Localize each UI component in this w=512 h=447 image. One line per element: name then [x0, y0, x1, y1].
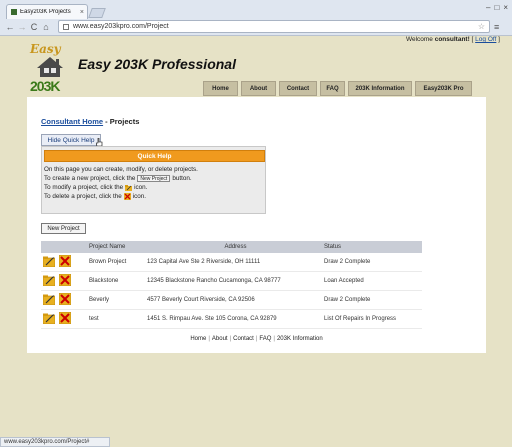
- header-address: Address: [224, 244, 247, 250]
- status-cell: Draw 2 Complete: [324, 297, 371, 303]
- header-project-name: Project Name: [89, 244, 126, 250]
- back-icon[interactable]: ←: [4, 22, 16, 32]
- address-bar[interactable]: www.easy203kpro.com/Project ☆: [58, 20, 490, 33]
- browser-status-bar: www.easy203kpro.com/Project#: [0, 437, 110, 447]
- tab-title: Easy203K Projects: [20, 9, 71, 15]
- browser-toolbar: ← → C ⌂ www.easy203kpro.com/Project ☆ ≡: [0, 18, 512, 35]
- edit-project-icon[interactable]: [42, 274, 56, 288]
- username: consultant!: [434, 36, 470, 43]
- table-row: Blackstone 12345 Blackstone Rancho Cucamo…: [41, 272, 422, 291]
- inline-new-project-button: New Project: [137, 175, 171, 182]
- main-content: Consultant Home - Projects Hide Quick He…: [27, 97, 486, 353]
- site-logo[interactable]: Easy 203K: [30, 42, 74, 96]
- hide-quick-help-button[interactable]: Hide Quick Help: [41, 134, 101, 146]
- breadcrumb-consultant-home[interactable]: Consultant Home: [41, 117, 103, 126]
- table-row: Beverly 4577 Beverly Court Riverside, CA …: [41, 291, 422, 310]
- nav-home[interactable]: Home: [203, 81, 238, 96]
- logo-203k-text: 203K: [30, 78, 60, 94]
- project-name-cell: test: [89, 316, 99, 322]
- edit-project-icon[interactable]: [42, 255, 56, 269]
- reload-icon[interactable]: C: [28, 22, 40, 32]
- bookmark-star-icon[interactable]: ☆: [478, 22, 485, 31]
- forward-icon[interactable]: →: [16, 22, 28, 32]
- quick-help-line: To create a new project, click the New P…: [44, 175, 192, 182]
- table-row: test 1451 S. Rimpau Ave. Ste 105 Corona, …: [41, 310, 422, 329]
- welcome-text: Welcome consultant! [ Log Off ]: [405, 36, 500, 43]
- page-icon: [63, 23, 69, 30]
- delete-x-icon: [123, 193, 131, 200]
- project-name-cell: Brown Project: [89, 259, 127, 265]
- top-navigation: Home About Contact FAQ 203K Information …: [203, 81, 472, 96]
- nav-easy203k-pro[interactable]: Easy203K Pro: [415, 81, 472, 96]
- footer-links: Home | About | Contact | FAQ | 203K Information: [190, 336, 323, 342]
- logoff-link[interactable]: Log Off: [475, 36, 496, 43]
- delete-project-icon[interactable]: [58, 311, 72, 326]
- header-status: Status: [324, 244, 342, 250]
- quick-help-panel: Quick Help On this page you can create, …: [41, 146, 266, 214]
- status-cell: List Of Repairs In Progress: [324, 316, 397, 322]
- address-cell: 12345 Blackstone Rancho Cucamonga, CA 98…: [147, 278, 281, 284]
- quick-help-line: To modify a project, click the icon.: [44, 184, 148, 191]
- breadcrumb-current: Projects: [109, 117, 140, 126]
- quick-help-header: Quick Help: [44, 150, 265, 162]
- house-icon: [37, 57, 63, 77]
- tab-close-icon[interactable]: ×: [80, 9, 84, 16]
- home-icon[interactable]: ⌂: [40, 22, 52, 32]
- footer-faq[interactable]: FAQ: [259, 336, 271, 342]
- delete-project-icon[interactable]: [58, 292, 72, 307]
- delete-project-icon[interactable]: [58, 273, 72, 288]
- edit-project-icon[interactable]: [42, 293, 56, 307]
- maximize-icon[interactable]: □: [494, 3, 499, 12]
- footer-about[interactable]: About: [212, 336, 228, 342]
- quick-help-line: To delete a project, click the icon.: [44, 193, 147, 200]
- table-header: Project Name Address Status: [41, 241, 422, 253]
- footer-203k-information[interactable]: 203K Information: [277, 336, 323, 342]
- address-cell: 4577 Beverly Court Riverside, CA 92506: [147, 297, 255, 303]
- new-tab-button[interactable]: [88, 8, 106, 18]
- edit-project-icon[interactable]: [42, 312, 56, 326]
- nav-faq[interactable]: FAQ: [320, 81, 345, 96]
- status-cell: Loan Accepted: [324, 278, 364, 284]
- projects-table: Project Name Address Status Brown Projec…: [41, 241, 422, 329]
- status-cell: Draw 2 Complete: [324, 259, 371, 265]
- minimize-icon[interactable]: –: [486, 3, 490, 12]
- footer-home[interactable]: Home: [190, 336, 206, 342]
- app-title: Easy 203K Professional: [78, 56, 236, 72]
- address-cell: 1451 S. Rimpau Ave. Ste 105 Corona, CA 9…: [147, 316, 277, 322]
- nav-contact[interactable]: Contact: [279, 81, 317, 96]
- browser-tab[interactable]: Easy203K Projects ×: [6, 4, 88, 19]
- browser-chrome: Easy203K Projects × – □ × ← → C ⌂ www.ea…: [0, 0, 512, 36]
- table-row: Brown Project 123 Capital Ave Ste 2 River…: [41, 253, 422, 272]
- footer-contact[interactable]: Contact: [233, 336, 254, 342]
- address-cell: 123 Capital Ave Ste 2 Riverside, OH 1111…: [147, 259, 261, 265]
- url-text[interactable]: www.easy203kpro.com/Project: [73, 23, 478, 30]
- project-name-cell: Beverly: [89, 297, 110, 303]
- close-window-icon[interactable]: ×: [503, 3, 508, 12]
- new-project-button[interactable]: New Project: [41, 223, 86, 234]
- nav-about[interactable]: About: [241, 81, 276, 96]
- menu-icon[interactable]: ≡: [494, 22, 499, 32]
- quick-help-line: On this page you can create, modify, or …: [44, 166, 198, 173]
- nav-203k-information[interactable]: 203K Information: [348, 81, 412, 96]
- folder-edit-icon: [125, 185, 133, 191]
- favicon-icon: [11, 9, 17, 15]
- breadcrumb: Consultant Home - Projects: [41, 117, 140, 126]
- window-controls: – □ ×: [486, 3, 508, 12]
- delete-project-icon[interactable]: [58, 254, 72, 269]
- project-name-cell: Blackstone: [89, 278, 119, 284]
- logo-easy-text: Easy: [30, 42, 61, 56]
